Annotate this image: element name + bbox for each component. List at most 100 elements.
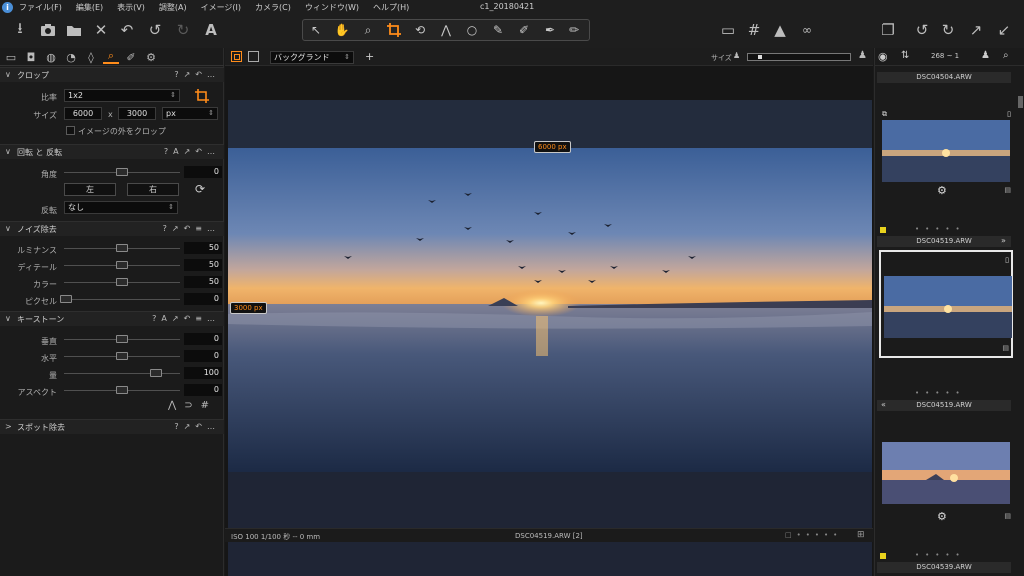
zoom-slider[interactable] — [747, 53, 851, 61]
aspect-value[interactable]: 0 — [184, 384, 222, 396]
previous-icon[interactable]: « — [881, 400, 886, 409]
pixel-slider[interactable] — [64, 299, 180, 300]
menu-help[interactable]: ヘルプ(H) — [373, 2, 409, 13]
rotation-section-header[interactable]: ∨ 回転 と 反転 ?A↗↶… — [0, 144, 224, 159]
crop-ratio-icon[interactable] — [195, 89, 209, 103]
keystone-tools[interactable]: ⋀⊃# — [168, 400, 217, 411]
vertical-value[interactable]: 0 — [184, 333, 222, 345]
section-controls[interactable]: ?↗↶≡… — [163, 224, 220, 233]
rating-dots[interactable]: ••••• — [915, 225, 966, 233]
hand-icon[interactable]: ✋ — [333, 22, 351, 38]
close-icon[interactable]: ✕ — [91, 20, 111, 40]
eraser-icon[interactable]: ✏ — [565, 22, 583, 38]
eye-icon[interactable]: ◉ — [878, 50, 888, 63]
thumbnail[interactable]: ⚙ ▤ — [879, 436, 1013, 544]
luminance-knob[interactable] — [116, 244, 128, 252]
crop-width-input[interactable]: 6000 — [64, 107, 102, 120]
pixel-value[interactable]: 0 — [184, 293, 222, 305]
app-info-icon[interactable]: i — [2, 1, 13, 13]
thumbnail-selected[interactable]: ▯ ▤ — [879, 250, 1013, 358]
single-view-icon[interactable] — [248, 51, 259, 62]
aspect-knob[interactable] — [116, 386, 128, 394]
image-canvas[interactable]: 6000 px 3000 px — [228, 100, 872, 576]
sort-icon[interactable]: ⇅ — [901, 50, 909, 61]
stamp-icon[interactable]: ✒ — [541, 22, 559, 38]
crop-section-header[interactable]: ∨ クロップ ?↗↶… — [0, 67, 224, 82]
keystone-horizontal-icon[interactable]: ⊃ — [184, 400, 200, 411]
rotate-right-icon[interactable]: ↻ — [938, 20, 958, 40]
flip-select[interactable]: なし ⇕ — [64, 201, 178, 214]
rating-dots[interactable]: □••••• — [785, 531, 842, 539]
lens-tab-icon[interactable]: ⌕ — [103, 49, 119, 64]
menu-adjust[interactable]: 調整(A) — [159, 2, 187, 13]
pixel-knob[interactable] — [60, 295, 72, 303]
amount-knob[interactable] — [150, 369, 162, 377]
expand-icon[interactable]: ↗ — [966, 20, 986, 40]
browser-scrollbar[interactable] — [1018, 96, 1023, 108]
multi-view-icon[interactable] — [231, 51, 242, 62]
details-tab-icon[interactable]: ◊ — [83, 50, 99, 64]
thumb-name[interactable]: DSC04519.ARW — [877, 400, 1011, 411]
warning-icon[interactable]: ▲ — [770, 20, 790, 40]
vertical-knob[interactable] — [116, 335, 128, 343]
exposure-tab-icon[interactable]: ◔ — [63, 50, 79, 64]
menu-image[interactable]: イメージ(I) — [201, 2, 241, 13]
edit-icon[interactable]: ▭ — [718, 20, 738, 40]
text-icon[interactable]: A — [201, 20, 221, 40]
thumbnail[interactable]: ⧉ ▯ ⚙ ▤ — [879, 106, 1013, 214]
brush-icon[interactable]: ✎ — [489, 22, 507, 38]
collapse-icon[interactable]: ↙ — [994, 20, 1014, 40]
detail-knob[interactable] — [116, 261, 128, 269]
section-controls[interactable]: ?↗↶… — [174, 70, 220, 79]
menu-file[interactable]: ファイル(F) — [19, 2, 62, 13]
menu-edit[interactable]: 編集(E) — [76, 2, 103, 13]
color-tab-icon[interactable]: ◍ — [43, 50, 59, 64]
angle-slider-knob[interactable] — [116, 168, 128, 176]
rating-dots[interactable]: ••••• — [915, 551, 966, 559]
section-controls[interactable]: ?A↗↶… — [164, 147, 220, 156]
circle-icon[interactable]: ○ — [463, 22, 481, 38]
grid-icon[interactable]: # — [744, 20, 764, 40]
search-icon[interactable]: ⌕ — [1003, 50, 1009, 61]
menu-view[interactable]: 表示(V) — [117, 2, 145, 13]
menu-window[interactable]: ウィンドウ(W) — [305, 2, 359, 13]
thumb-name[interactable]: DSC04539.ARW — [877, 562, 1011, 573]
color-value[interactable]: 50 — [184, 276, 222, 288]
horizontal-value[interactable]: 0 — [184, 350, 222, 362]
section-controls[interactable]: ?↗↶… — [174, 422, 220, 431]
rotate-left-button[interactable]: 左 — [64, 183, 116, 196]
crop-icon[interactable] — [385, 22, 403, 38]
redo-icon[interactable]: ↻ — [173, 20, 193, 40]
detail-value[interactable]: 50 — [184, 259, 222, 271]
picker-icon[interactable]: ✐ — [515, 22, 533, 38]
import-icon[interactable]: ⭳ — [10, 19, 30, 40]
pointer-icon[interactable]: ↖ — [307, 22, 325, 38]
keystone-icon[interactable]: ⋀ — [437, 22, 455, 38]
amount-slider[interactable] — [64, 373, 180, 374]
folder-icon[interactable] — [64, 20, 84, 40]
color-tag[interactable] — [880, 553, 886, 559]
rating-dots[interactable]: ••••• — [915, 389, 966, 397]
amount-value[interactable]: 100 — [184, 367, 222, 379]
keystone-vertical-icon[interactable]: ⋀ — [168, 400, 184, 411]
next-icon[interactable]: » — [1001, 236, 1006, 245]
noise-section-header[interactable]: ∨ ノイズ除去 ?↗↶≡… — [0, 221, 224, 236]
horizontal-knob[interactable] — [116, 352, 128, 360]
keystone-grid-icon[interactable]: # — [201, 400, 217, 411]
adjust-tab-icon[interactable]: ✐ — [123, 50, 139, 64]
spot-section-header[interactable]: > スポット除去 ?↗↶… — [0, 419, 224, 434]
color-tag[interactable] — [880, 227, 886, 233]
ratio-select[interactable]: 1x2 ⇕ — [64, 89, 180, 102]
add-icon[interactable]: + — [365, 50, 374, 63]
library-tab-icon[interactable]: ▭ — [3, 50, 19, 64]
menu-camera[interactable]: カメラ(C) — [255, 2, 291, 13]
keystone-section-header[interactable]: ∨ キーストーン ?A↗↶≡… — [0, 311, 224, 326]
undo-icon[interactable]: ↶ — [117, 20, 137, 40]
crop-outside-checkbox[interactable] — [66, 126, 75, 135]
person-icon[interactable]: ♟ — [981, 50, 990, 61]
luminance-value[interactable]: 50 — [184, 242, 222, 254]
thumb-name[interactable]: DSC04519.ARW — [877, 236, 1011, 247]
camera-icon[interactable] — [38, 20, 58, 40]
copy-icon[interactable]: ❐ — [878, 20, 898, 40]
rotate-left-icon[interactable]: ↺ — [912, 20, 932, 40]
